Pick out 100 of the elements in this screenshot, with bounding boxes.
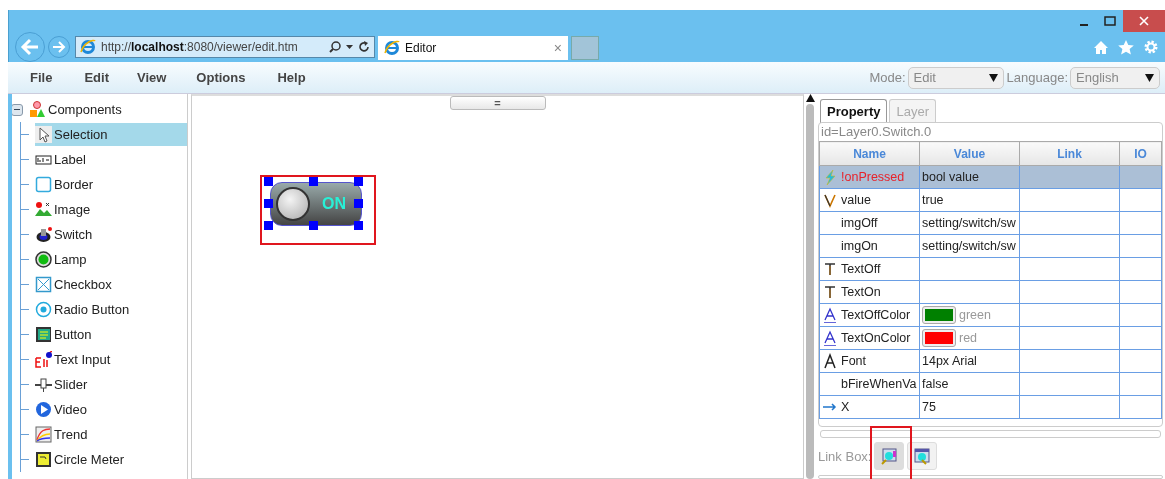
close-icon: [1139, 16, 1149, 26]
button-icon: [35, 326, 52, 343]
tree-item[interactable]: Video: [35, 398, 187, 421]
property-row[interactable]: Font 14px Arial: [819, 349, 1162, 373]
collapse-toggle[interactable]: [12, 103, 23, 116]
panel-tab[interactable]: Property: [820, 99, 888, 123]
property-row[interactable]: TextOn: [819, 280, 1162, 304]
tab-title: Editor: [405, 41, 437, 55]
tree-item[interactable]: Selection: [35, 123, 187, 146]
property-row[interactable]: bFireWhenVa false: [819, 372, 1162, 396]
tree-item[interactable]: Image: [35, 198, 187, 221]
property-name: value: [841, 193, 871, 207]
home-icon[interactable]: [1093, 39, 1109, 55]
property-name: TextOn: [841, 285, 881, 299]
property-row[interactable]: value true: [819, 188, 1162, 212]
refresh-icon[interactable]: [358, 41, 370, 53]
resize-handle[interactable]: [309, 221, 318, 230]
menu-item[interactable]: File: [8, 70, 67, 85]
caret-icon[interactable]: [346, 44, 353, 50]
scrollbar[interactable]: [820, 430, 1161, 438]
property-value: red: [959, 331, 978, 345]
property-name: TextOff: [841, 262, 881, 276]
star-icon[interactable]: [1118, 39, 1134, 55]
resize-handle[interactable]: [354, 177, 363, 186]
image-icon: [35, 201, 52, 218]
property-value: 75: [922, 400, 936, 414]
tree-item[interactable]: Label: [35, 148, 187, 171]
url-text: http://localhost:8080/viewer/edit.htm: [101, 40, 298, 54]
browser-logo-icon: [80, 39, 96, 55]
text-color-icon: [822, 330, 838, 346]
property-value: setting/switch/sw: [922, 216, 1016, 230]
property-value: 14px Arial: [922, 354, 977, 368]
maximize-icon: [1104, 16, 1116, 26]
tree-item[interactable]: Circle Meter: [35, 448, 187, 471]
settings-icon[interactable]: [1143, 39, 1159, 55]
mode-label: Mode:: [869, 70, 906, 85]
resize-handle[interactable]: [354, 221, 363, 230]
property-name: TextOnColor: [841, 331, 911, 345]
link-button[interactable]: [874, 442, 905, 470]
window-link-button[interactable]: [907, 442, 938, 470]
tree-item[interactable]: Lamp: [35, 248, 187, 271]
pointer-icon: [35, 126, 52, 143]
minimize-icon: [1080, 24, 1088, 26]
radio-icon: [35, 301, 52, 318]
text-color-icon: [822, 307, 838, 323]
resize-handle[interactable]: [354, 199, 363, 208]
square-icon: [35, 176, 52, 193]
tree-item[interactable]: Components: [48, 102, 122, 117]
text-input-icon: [35, 351, 52, 368]
color-swatch[interactable]: [922, 306, 956, 324]
resize-handle[interactable]: [309, 177, 318, 186]
address-bar[interactable]: http://localhost:8080/viewer/edit.htm: [75, 36, 375, 58]
property-value: setting/switch/sw: [922, 239, 1016, 253]
menu-item[interactable]: Options: [180, 70, 260, 85]
back-arrow-icon: [20, 38, 40, 56]
tree-item[interactable]: Button: [35, 323, 187, 346]
browser-logo-icon: [384, 40, 400, 56]
menu-item[interactable]: Help: [259, 70, 320, 85]
tree-item[interactable]: Border: [35, 173, 187, 196]
tree-item[interactable]: Text Input: [35, 348, 187, 371]
resize-handle[interactable]: [264, 221, 273, 230]
language-label: Language:: [1006, 70, 1068, 85]
browser-tab[interactable]: Editor ×: [378, 36, 568, 60]
color-swatch[interactable]: [922, 329, 956, 347]
property-row[interactable]: X 75: [819, 395, 1162, 419]
v-icon: [822, 192, 838, 208]
property-name: imgOn: [841, 239, 878, 253]
property-name: X: [841, 400, 850, 414]
chart-icon: [35, 426, 52, 443]
highlight-frame: [870, 426, 912, 479]
tree-item[interactable]: Switch: [35, 223, 187, 246]
tab-close-button[interactable]: ×: [553, 40, 562, 56]
checkbox-icon: [35, 276, 52, 293]
property-name: bFireWhenVa: [841, 377, 917, 391]
menu-item[interactable]: View: [122, 70, 181, 85]
menu-item[interactable]: Edit: [66, 70, 123, 85]
close-button[interactable]: [1123, 10, 1165, 32]
splitter-handle[interactable]: =: [449, 96, 546, 110]
property-row[interactable]: imgOff setting/switch/sw: [819, 211, 1162, 235]
property-value: bool value: [922, 170, 979, 184]
property-row[interactable]: TextOnColor red: [819, 326, 1162, 350]
scrollbar[interactable]: [805, 94, 815, 479]
switch-icon: [35, 226, 52, 243]
link-icon: [880, 447, 899, 465]
property-name: !onPressed: [841, 170, 905, 184]
search-icon[interactable]: [329, 41, 341, 53]
lightning-icon: [822, 169, 838, 185]
tree-item[interactable]: Radio Button: [35, 298, 187, 321]
tree-item[interactable]: Slider: [35, 373, 187, 396]
new-tab-button[interactable]: [571, 36, 599, 60]
property-row[interactable]: imgOn setting/switch/sw: [819, 234, 1162, 258]
resize-handle[interactable]: [264, 199, 273, 208]
window-link-icon: [913, 447, 932, 465]
property-row[interactable]: !onPressed bool value: [819, 165, 1162, 189]
property-row[interactable]: TextOffColor green: [819, 303, 1162, 327]
property-row[interactable]: TextOff: [819, 257, 1162, 281]
resize-handle[interactable]: [264, 177, 273, 186]
tree-item[interactable]: Checkbox: [35, 273, 187, 296]
tree-item[interactable]: Trend: [35, 423, 187, 446]
t-icon: [822, 261, 838, 277]
